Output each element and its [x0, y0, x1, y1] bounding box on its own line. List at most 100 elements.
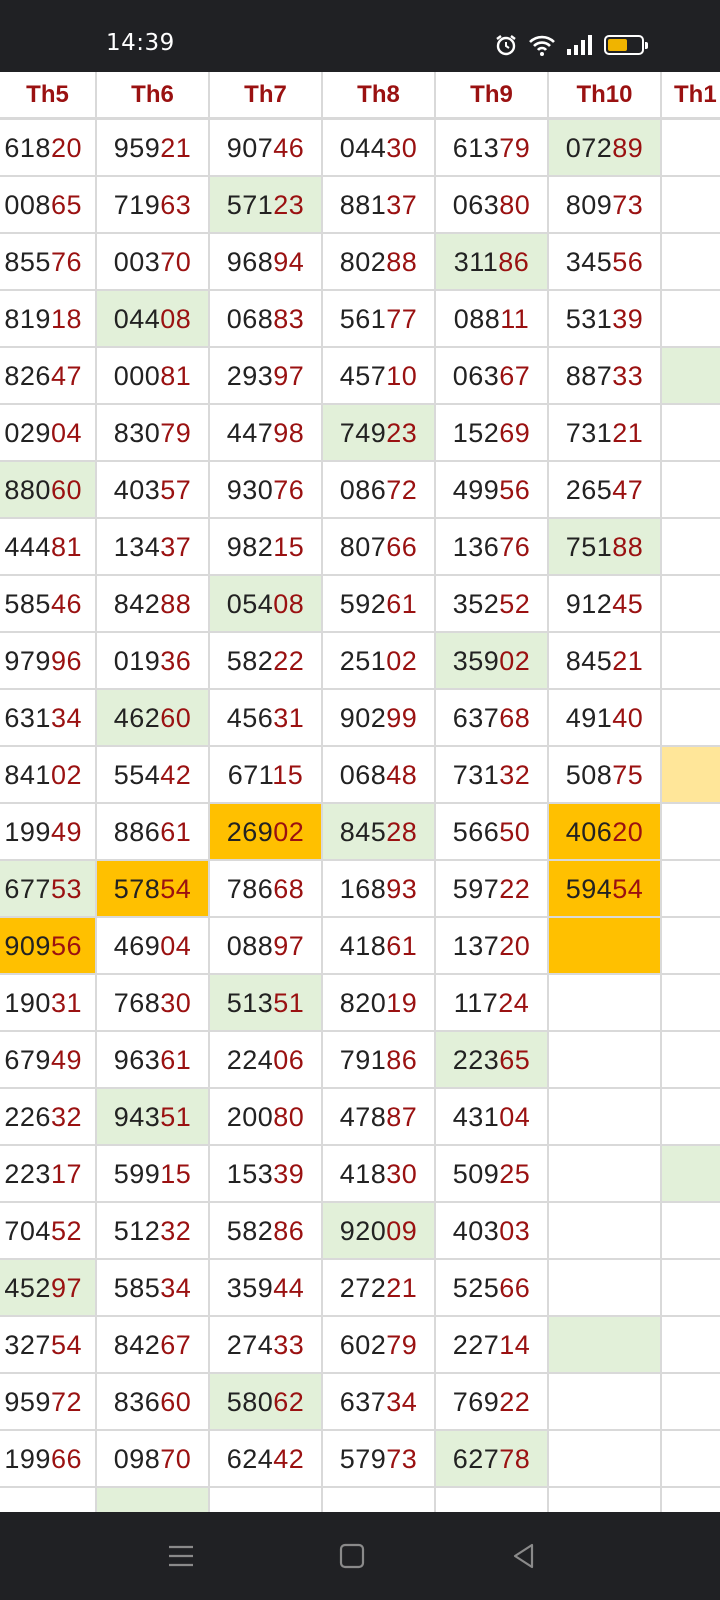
table-cell: 19949	[0, 804, 97, 861]
column-header-th1: Th1	[662, 72, 720, 117]
table-cell	[662, 804, 720, 861]
table-cell: 22317	[0, 1146, 97, 1203]
table-cell	[549, 1089, 662, 1146]
cell-prefix: 525	[452, 1273, 500, 1303]
cell-suffix: 75	[612, 760, 644, 790]
cell-prefix: 251	[339, 646, 387, 676]
cell-suffix: 08	[160, 304, 192, 334]
cell-suffix: 44	[273, 1273, 305, 1303]
cell-suffix: 76	[50, 247, 82, 277]
cell-suffix: 63	[160, 190, 192, 220]
cell-prefix: 200	[226, 1102, 274, 1132]
cell-prefix: 469	[113, 931, 161, 961]
table-cell: 44481	[0, 519, 97, 576]
table-cell: 15269	[436, 405, 549, 462]
cell-prefix: 418	[339, 1159, 387, 1189]
cell-prefix: 943	[113, 1102, 161, 1132]
table-cell: 58546	[0, 576, 97, 633]
column-header-th9: Th9	[436, 72, 549, 117]
table-cell: 58222	[210, 633, 323, 690]
table-cell: 46904	[97, 918, 210, 975]
table-cell: 59261	[323, 576, 436, 633]
cell-prefix: 359	[226, 1273, 274, 1303]
cell-prefix: 881	[339, 190, 387, 220]
cell-suffix: 02	[386, 646, 418, 676]
back-button[interactable]	[506, 1538, 542, 1574]
cell-prefix: 199	[4, 817, 51, 847]
cell-prefix: 168	[339, 874, 387, 904]
table-cell: 08672	[323, 462, 436, 519]
cell-prefix: 751	[565, 532, 613, 562]
table-cell: 80973	[549, 177, 662, 234]
table-cell: 31186	[436, 234, 549, 291]
cell-prefix: 403	[113, 475, 161, 505]
table-cell	[549, 918, 662, 975]
cell-prefix: 227	[452, 1330, 500, 1360]
cell-prefix: 786	[226, 874, 274, 904]
table-cell: 88137	[323, 177, 436, 234]
table-cell: 35944	[210, 1260, 323, 1317]
cell-prefix: 592	[339, 589, 387, 619]
table-cell: 84521	[549, 633, 662, 690]
home-button[interactable]	[334, 1538, 370, 1574]
table-cell: 62778	[436, 1431, 549, 1488]
cell-prefix: 152	[452, 418, 500, 448]
cell-suffix: 56	[612, 247, 644, 277]
cell-suffix: 46	[273, 133, 305, 163]
table-cell: 45297	[0, 1260, 97, 1317]
table-cell: 26902	[210, 804, 323, 861]
cell-suffix: 34	[160, 1273, 192, 1303]
cell-prefix: 731	[452, 760, 500, 790]
table-cell: 22365	[436, 1032, 549, 1089]
column-header-th8: Th8	[323, 72, 436, 117]
table-cell	[662, 861, 720, 918]
menu-button[interactable]	[163, 1538, 199, 1574]
cell-suffix: 89	[612, 133, 644, 163]
cell-suffix: 51	[160, 1102, 192, 1132]
cell-prefix: 571	[226, 190, 274, 220]
cell-prefix: 512	[113, 1216, 161, 1246]
cell-prefix: 809	[565, 190, 613, 220]
cell-suffix: 61	[386, 589, 418, 619]
table-cell: 22406	[210, 1032, 323, 1089]
cell-prefix: 153	[226, 1159, 274, 1189]
status-time: 14:39	[106, 30, 175, 56]
cell-suffix: 21	[386, 1273, 418, 1303]
cell-prefix: 912	[565, 589, 613, 619]
cell-prefix: 627	[452, 1444, 500, 1474]
cell-prefix: 136	[452, 532, 500, 562]
table-cell: 91245	[549, 576, 662, 633]
cell-prefix: 044	[113, 304, 161, 334]
table-cell: 00081	[97, 348, 210, 405]
table-cell: 90299	[323, 690, 436, 747]
cell-prefix: 088	[453, 304, 501, 334]
cell-prefix: 554	[113, 760, 161, 790]
table-cell	[662, 462, 720, 519]
table-cell: 13437	[97, 519, 210, 576]
cell-prefix: 677	[4, 874, 51, 904]
table-cell	[436, 1488, 549, 1512]
table-cell: 59454	[549, 861, 662, 918]
cell-suffix: 77	[386, 304, 418, 334]
cell-suffix: 88	[386, 247, 418, 277]
battery-icon	[604, 35, 648, 55]
alarm-icon	[496, 35, 516, 56]
table-cell: 16893	[323, 861, 436, 918]
results-table[interactable]: 61820 95921 90746 04430 61379 07289 00865 71963…	[0, 120, 720, 1512]
cell-prefix: 561	[339, 304, 387, 334]
cell-prefix: 749	[339, 418, 387, 448]
cell-prefix: 063	[452, 361, 500, 391]
cell-prefix: 134	[113, 532, 161, 562]
cell-suffix: 21	[160, 133, 192, 163]
table-cell: 08811	[436, 291, 549, 348]
table-cell: 71963	[97, 177, 210, 234]
cell-suffix: 96	[50, 646, 82, 676]
table-cell	[662, 120, 720, 177]
table-cell: 76830	[97, 975, 210, 1032]
cell-prefix: 406	[565, 817, 613, 847]
cell-suffix: 31	[50, 988, 82, 1018]
cell-prefix: 274	[226, 1330, 274, 1360]
cell-prefix: 631	[4, 703, 51, 733]
table-cell: 50925	[436, 1146, 549, 1203]
cell-suffix: 86	[273, 1216, 305, 1246]
